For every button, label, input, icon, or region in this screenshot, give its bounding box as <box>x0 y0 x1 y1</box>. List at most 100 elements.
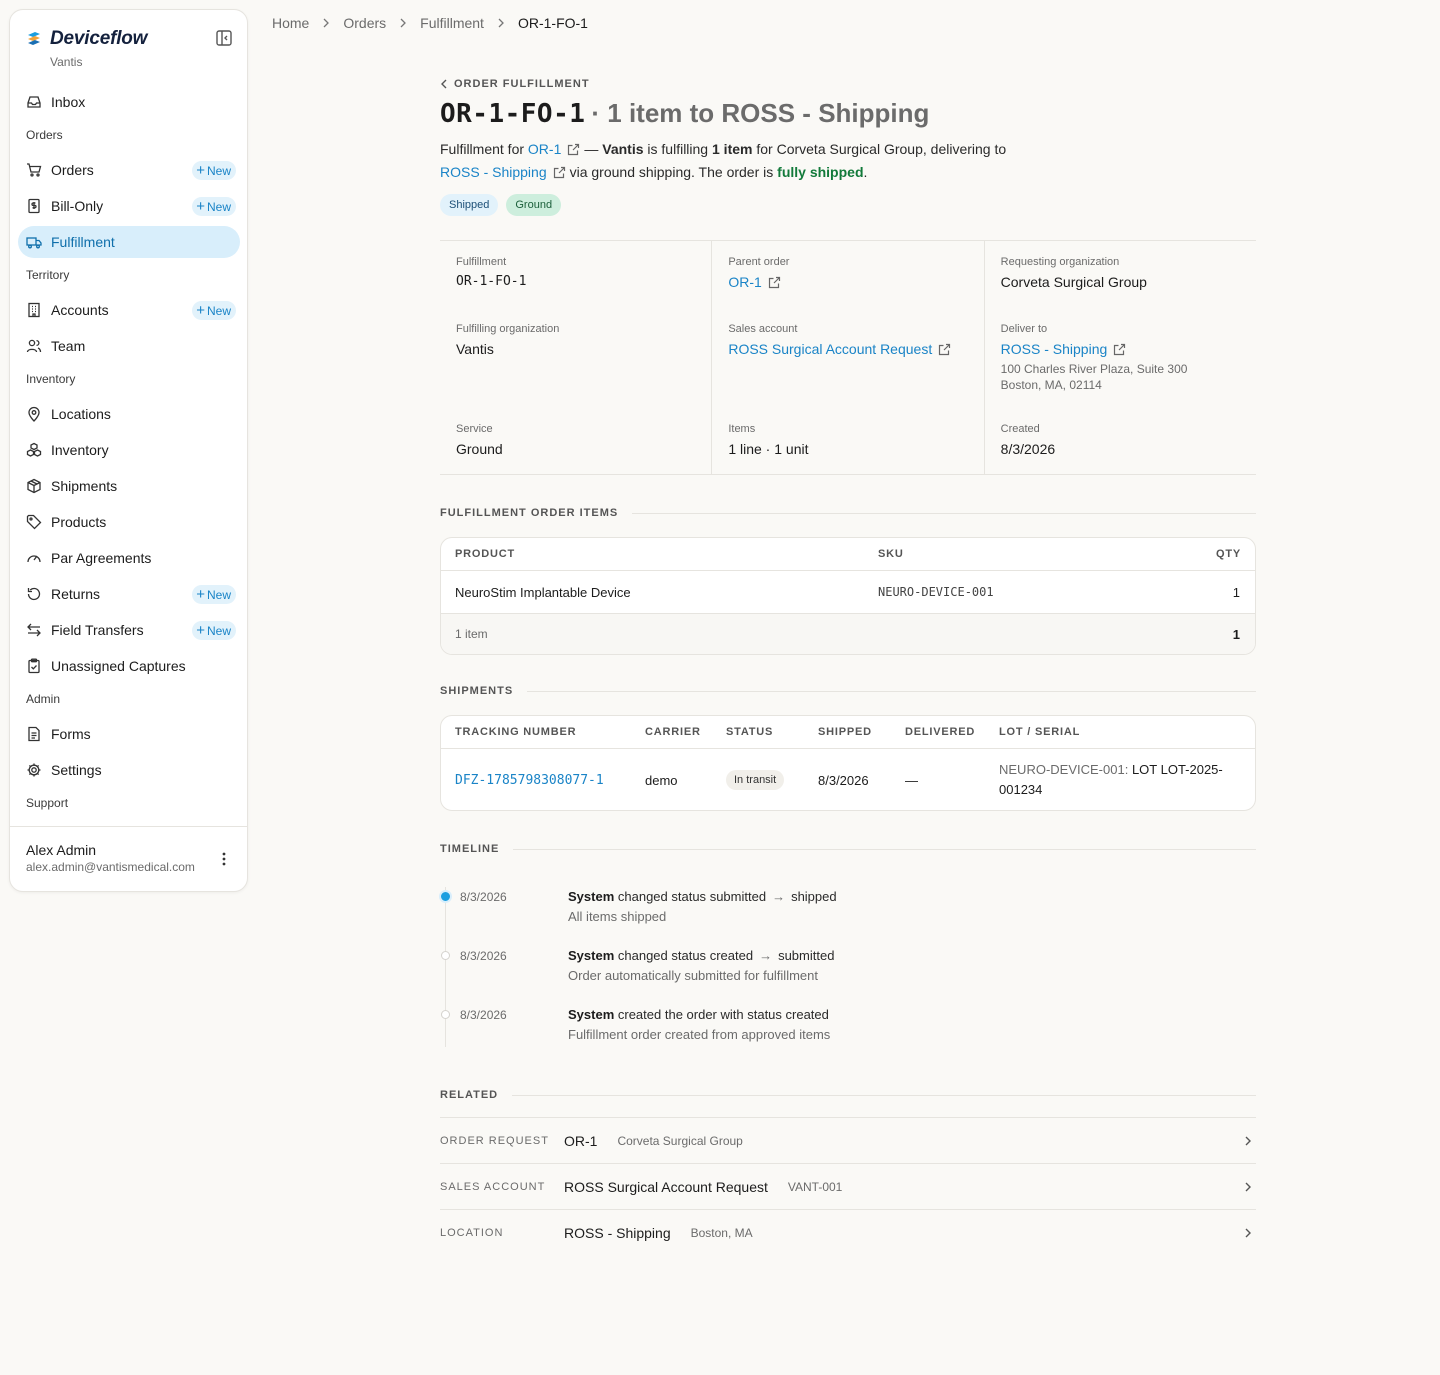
status-pills: Shipped Ground <box>440 194 562 216</box>
external-link-icon[interactable] <box>938 343 951 356</box>
sidebar-item-returns[interactable]: Returns + New <box>18 578 240 610</box>
service-badge-ground: Ground <box>506 194 562 216</box>
new-field-transfer-button[interactable]: + New <box>192 621 236 640</box>
plus-icon: + <box>196 197 205 215</box>
table-row[interactable]: NeuroStim Implantable Device NEURO-DEVIC… <box>441 571 1255 614</box>
org-name: Vantis <box>50 55 83 69</box>
tag-icon <box>26 514 42 530</box>
nav-section-support: Support <box>26 796 69 810</box>
parent-order-link[interactable]: OR-1 <box>528 141 561 157</box>
details-column-1: Fulfillment OR-1-FO-1 Fulfilling organiz… <box>440 241 713 474</box>
user-name: Alex Admin <box>26 842 97 858</box>
tracking-number-link[interactable]: DFZ-1785798308077-1 <box>455 773 604 788</box>
more-vertical-icon[interactable] <box>219 850 229 868</box>
shipment-delivered-date: — <box>905 772 918 788</box>
sidebar-item-shipments[interactable]: Shipments <box>18 470 240 502</box>
breadcrumb-home[interactable]: Home <box>272 15 309 31</box>
user-email: alex.admin@vantismedical.com <box>26 860 195 874</box>
sidebar-item-orders[interactable]: Orders + New <box>18 154 240 186</box>
sidebar-nav: Inbox Orders Orders + New Bill-Only + New … <box>18 86 240 822</box>
timeline: 8/3/2026 System changed status submitted… <box>440 875 1256 1047</box>
order-status-text: fully shipped <box>777 164 864 180</box>
new-order-button[interactable]: + New <box>192 161 236 180</box>
related-order-request[interactable]: ORDER REQUEST OR-1 Corveta Surgical Grou… <box>440 1117 1256 1163</box>
item-qty: 1 <box>1232 584 1240 600</box>
sidebar-item-inventory[interactable]: Inventory <box>18 434 240 466</box>
brand[interactable]: Deviceflow <box>26 28 147 50</box>
related-sales-account[interactable]: SALES ACCOUNT ROSS Surgical Account Requ… <box>440 1163 1256 1209</box>
related-section-header: RELATED <box>440 1089 1256 1101</box>
truck-icon <box>26 234 42 250</box>
inbox-icon <box>26 94 42 110</box>
sidebar-item-products[interactable]: Products <box>18 506 240 538</box>
table-row[interactable]: DFZ-1785798308077-1 demo In transit 8/3/… <box>441 749 1255 810</box>
event-date: 8/3/2026 <box>460 890 507 904</box>
shipment-shipped-date: 8/3/2026 <box>818 772 869 788</box>
sidebar-item-accounts[interactable]: Accounts + New <box>18 294 240 326</box>
event-note: Fulfillment order created from approved … <box>568 1027 831 1042</box>
sidebar-item-forms[interactable]: Forms <box>18 718 240 750</box>
sidebar-item-locations[interactable]: Locations <box>18 398 240 430</box>
deliver-location-link[interactable]: ROSS - Shipping <box>440 164 547 180</box>
chevron-right-icon <box>497 18 505 28</box>
breadcrumb-current: OR-1-FO-1 <box>517 15 588 31</box>
items-total-qty: 1 <box>1232 626 1240 642</box>
new-bill-only-button[interactable]: + New <box>192 197 236 216</box>
chevron-right-icon <box>322 18 330 28</box>
plus-icon: + <box>196 621 205 639</box>
sidebar-item-settings[interactable]: Settings <box>18 754 240 786</box>
chevron-left-icon <box>441 79 447 89</box>
external-link-icon[interactable] <box>768 276 781 289</box>
timeline-dot <box>441 1010 450 1019</box>
sidebar-item-label: Products <box>51 514 107 530</box>
items-table-footer: 1 item 1 <box>441 614 1255 654</box>
arrow-right-icon: → <box>759 948 773 963</box>
clipboard-check-icon <box>26 658 42 674</box>
sidebar-item-fulfillment[interactable]: Fulfillment <box>18 226 240 258</box>
external-link-icon[interactable] <box>553 166 566 179</box>
external-link-icon[interactable] <box>567 143 580 156</box>
plus-icon: + <box>196 585 205 603</box>
fulfillment-description: Fulfillment for OR-1— Vantis is fulfilli… <box>440 141 1007 180</box>
plus-icon: + <box>196 301 205 319</box>
items-table: PRODUCT SKU QTY NeuroStim Implantable De… <box>440 537 1256 655</box>
sidebar-item-label: Team <box>51 338 86 354</box>
sidebar-collapse-icon[interactable] <box>215 29 233 47</box>
sidebar-item-team[interactable]: Team <box>18 330 240 362</box>
sidebar-item-label: Unassigned Captures <box>51 658 186 674</box>
sidebar-item-label: Fulfillment <box>51 234 115 250</box>
new-return-button[interactable]: + New <box>192 585 236 604</box>
back-to-order-fulfillment[interactable]: ORDER FULFILLMENT <box>440 78 590 90</box>
detail-requesting-org: Requesting organization Corveta Surgical… <box>1000 256 1147 290</box>
user-profile[interactable]: Alex Admin alex.admin@vantismedical.com <box>10 826 247 891</box>
deliver-to-link[interactable]: ROSS - Shipping <box>1001 341 1108 357</box>
gauge-icon <box>26 550 42 566</box>
sidebar-item-unassigned-captures[interactable]: Unassigned Captures <box>18 650 240 682</box>
new-account-button[interactable]: + New <box>192 301 236 320</box>
shipments-section-header: SHIPMENTS <box>440 685 1256 697</box>
event-text: System created the order with status cre… <box>568 1007 829 1022</box>
breadcrumb-fulfillment[interactable]: Fulfillment <box>420 15 484 31</box>
shipments-table-header: TRACKING NUMBER CARRIER STATUS SHIPPED D… <box>441 716 1255 749</box>
external-link-icon[interactable] <box>1113 343 1126 356</box>
breadcrumb: Home Orders Fulfillment OR-1-FO-1 <box>272 15 588 31</box>
fulfillment-id: OR-1-FO-1 <box>440 99 586 129</box>
arrow-right-icon: → <box>772 889 786 904</box>
page-title: OR-1-FO-1 · 1 item to ROSS - Shipping <box>440 98 929 129</box>
sidebar-item-par-agreements[interactable]: Par Agreements <box>18 542 240 574</box>
shipment-carrier: demo <box>645 772 678 788</box>
parent-order-value-link[interactable]: OR-1 <box>728 274 761 290</box>
deviceflow-logo-icon <box>28 32 40 45</box>
brand-name: Deviceflow <box>50 28 148 49</box>
sales-account-link[interactable]: ROSS Surgical Account Request <box>728 341 932 357</box>
related-location[interactable]: LOCATION ROSS - Shipping Boston, MA <box>440 1209 1256 1255</box>
chevron-right-icon <box>1245 1228 1251 1238</box>
breadcrumb-orders[interactable]: Orders <box>343 15 386 31</box>
gear-icon <box>26 762 42 778</box>
items-table-header: PRODUCT SKU QTY <box>441 538 1255 571</box>
sidebar-item-inbox[interactable]: Inbox <box>18 86 240 118</box>
sidebar-item-bill-only[interactable]: Bill-Only + New <box>18 190 240 222</box>
timeline-track <box>445 887 446 1047</box>
sidebar-item-field-transfers[interactable]: Field Transfers + New <box>18 614 240 646</box>
boxes-icon <box>26 442 42 458</box>
